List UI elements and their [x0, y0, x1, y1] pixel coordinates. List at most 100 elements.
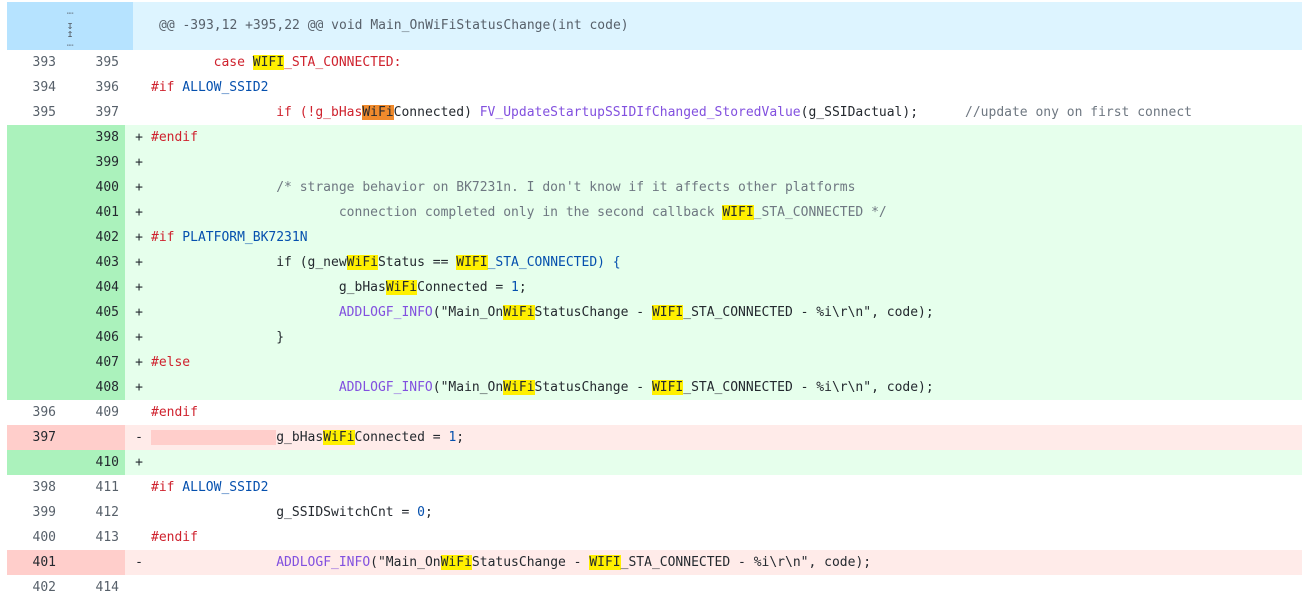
- code-token: g_bHas: [151, 280, 386, 295]
- diff-line[interactable]: 399 412 g_SSIDSwitchCnt = 0;: [7, 500, 1302, 525]
- code-token: ADDLOGF_INFO: [338, 380, 433, 395]
- diff-marker: -: [125, 550, 151, 575]
- code-token: ALLOW_SSID2: [174, 480, 269, 495]
- new-line-number[interactable]: 400: [62, 175, 125, 200]
- diff-line[interactable]: 395 397 if (!g_bHasWiFiConnected) FV_Upd…: [7, 100, 1302, 125]
- expand-up-icon[interactable]: ↥ ┈: [62, 28, 78, 52]
- new-line-number[interactable]: 403: [62, 250, 125, 275]
- diff-marker: [125, 475, 151, 500]
- hunk-header-row: ┈ ↧ ↥ ┈ @@ -393,12 +395,22 @@ void Main_On…: [7, 2, 1302, 52]
- new-line-number[interactable]: 405: [62, 300, 125, 325]
- new-line-number[interactable]: 398: [62, 125, 125, 150]
- diff-line-added[interactable]: 405 + ADDLOGF_INFO("Main_OnWiFiStatusCha…: [7, 300, 1302, 325]
- diff-marker: -: [125, 425, 151, 450]
- hunk-header-text: @@ -393,12 +395,22 @@ void Main_OnWiFiSt…: [159, 18, 629, 33]
- new-line-number[interactable]: 406: [62, 325, 125, 350]
- code-line: #if ALLOW_SSID2: [151, 475, 1302, 500]
- code-token: ;: [424, 505, 433, 520]
- search-highlight: WiFi: [503, 305, 535, 320]
- old-line-number[interactable]: 396: [7, 400, 62, 425]
- new-line-number[interactable]: 413: [62, 525, 125, 550]
- old-line-number[interactable]: 400: [7, 525, 62, 550]
- diff-line[interactable]: 400 413 #endif: [7, 525, 1302, 550]
- search-highlight: WIFI: [722, 205, 754, 220]
- new-line-number[interactable]: 401: [62, 200, 125, 225]
- new-line-number[interactable]: 414: [62, 575, 125, 600]
- removed-text-highlight: [151, 430, 277, 445]
- code-token: #endif: [151, 530, 198, 545]
- search-highlight: WIFI: [651, 380, 684, 395]
- old-line-number[interactable]: 402: [7, 575, 62, 600]
- diff-line-added[interactable]: 403 + if (g_newWiFiStatus == WIFI_STA_CO…: [7, 250, 1302, 275]
- code-token: ;: [518, 280, 527, 295]
- new-line-number[interactable]: 409: [62, 400, 125, 425]
- old-line-number[interactable]: 398: [7, 475, 62, 500]
- code-line: case WIFI_STA_CONNECTED:: [151, 50, 1302, 75]
- diff-line-added[interactable]: 398 + #endif: [7, 125, 1302, 150]
- code-token: PLATFORM_BK7231N: [174, 230, 308, 245]
- diff-line-added[interactable]: 399 +: [7, 150, 1302, 175]
- diff-line[interactable]: 402 414: [7, 575, 1302, 600]
- search-highlight: WIFI: [456, 255, 488, 270]
- new-line-number[interactable]: 397: [62, 100, 125, 125]
- expand-lines-button[interactable]: ┈ ↧ ↥ ┈: [7, 2, 133, 52]
- old-line-number[interactable]: [7, 325, 62, 350]
- diff-line-removed[interactable]: 401 - ADDLOGF_INFO("Main_OnWiFiStatusCha…: [7, 550, 1302, 575]
- diff-line-added[interactable]: 410 +: [7, 450, 1302, 475]
- old-line-number[interactable]: [7, 450, 62, 475]
- diff-line[interactable]: 396 409 #endif: [7, 400, 1302, 425]
- old-line-number[interactable]: [7, 375, 62, 400]
- new-line-number[interactable]: 407: [62, 350, 125, 375]
- old-line-number[interactable]: [7, 250, 62, 275]
- diff-line-added[interactable]: 406 + }: [7, 325, 1302, 350]
- new-line-number[interactable]: 411: [62, 475, 125, 500]
- new-line-number[interactable]: 396: [62, 75, 125, 100]
- code-token: Connected =: [417, 280, 512, 295]
- diff-line-added[interactable]: 408 + ADDLOGF_INFO("Main_OnWiFiStatusCha…: [7, 375, 1302, 400]
- old-line-number[interactable]: [7, 275, 62, 300]
- code-token: ADDLOGF_INFO: [276, 555, 371, 570]
- diff-marker: +: [125, 125, 151, 150]
- code-number: 1: [511, 280, 519, 295]
- old-line-number[interactable]: [7, 300, 62, 325]
- diff-line-added[interactable]: 400 + /* strange behavior on BK7231n. I …: [7, 175, 1302, 200]
- diff-marker: +: [125, 300, 151, 325]
- code-line: g_bHasWiFiConnected = 1;: [151, 275, 1302, 300]
- new-line-number[interactable]: 399: [62, 150, 125, 175]
- old-line-number[interactable]: [7, 350, 62, 375]
- code-token: _STA_CONNECTED:: [284, 55, 402, 70]
- new-line-number[interactable]: 402: [62, 225, 125, 250]
- diff-line-added[interactable]: 404 + g_bHasWiFiConnected = 1;: [7, 275, 1302, 300]
- code-token: _STA_CONNECTED) {: [487, 255, 621, 270]
- code-comment: //update ony on first connect: [965, 105, 1192, 120]
- old-line-number[interactable]: [7, 200, 62, 225]
- old-line-number[interactable]: 401: [7, 550, 62, 575]
- old-line-number[interactable]: [7, 225, 62, 250]
- old-line-number[interactable]: 397: [7, 425, 62, 450]
- diff-line[interactable]: 394 396 #if ALLOW_SSID2: [7, 75, 1302, 100]
- code-token: if (!g_bHas: [151, 105, 363, 120]
- diff-line-added[interactable]: 401 + connection completed only in the s…: [7, 200, 1302, 225]
- new-line-number[interactable]: 404: [62, 275, 125, 300]
- diff-line-added[interactable]: 402 + #if PLATFORM_BK7231N: [7, 225, 1302, 250]
- code-line: #if ALLOW_SSID2: [151, 75, 1302, 100]
- new-line-number[interactable]: 412: [62, 500, 125, 525]
- new-line-number[interactable]: 395: [62, 50, 125, 75]
- diff-marker: +: [125, 325, 151, 350]
- code-token: #endif: [151, 130, 198, 145]
- code-line: g_SSIDSwitchCnt = 0;: [151, 500, 1302, 525]
- diff-line-removed[interactable]: 397 - g_bHasWiFiConnected = 1;: [7, 425, 1302, 450]
- diff-line-added[interactable]: 407 + #else: [7, 350, 1302, 375]
- new-line-number[interactable]: [62, 550, 125, 575]
- code-line: #endif: [151, 525, 1302, 550]
- code-token: Connected =: [354, 430, 449, 445]
- diff-line[interactable]: 398 411 #if ALLOW_SSID2: [7, 475, 1302, 500]
- new-line-number[interactable]: [62, 425, 125, 450]
- diff-marker: +: [125, 450, 151, 475]
- old-line-number[interactable]: 399: [7, 500, 62, 525]
- new-line-number[interactable]: 410: [62, 450, 125, 475]
- diff-line[interactable]: 393 395 case WIFI_STA_CONNECTED:: [7, 50, 1302, 75]
- new-line-number[interactable]: 408: [62, 375, 125, 400]
